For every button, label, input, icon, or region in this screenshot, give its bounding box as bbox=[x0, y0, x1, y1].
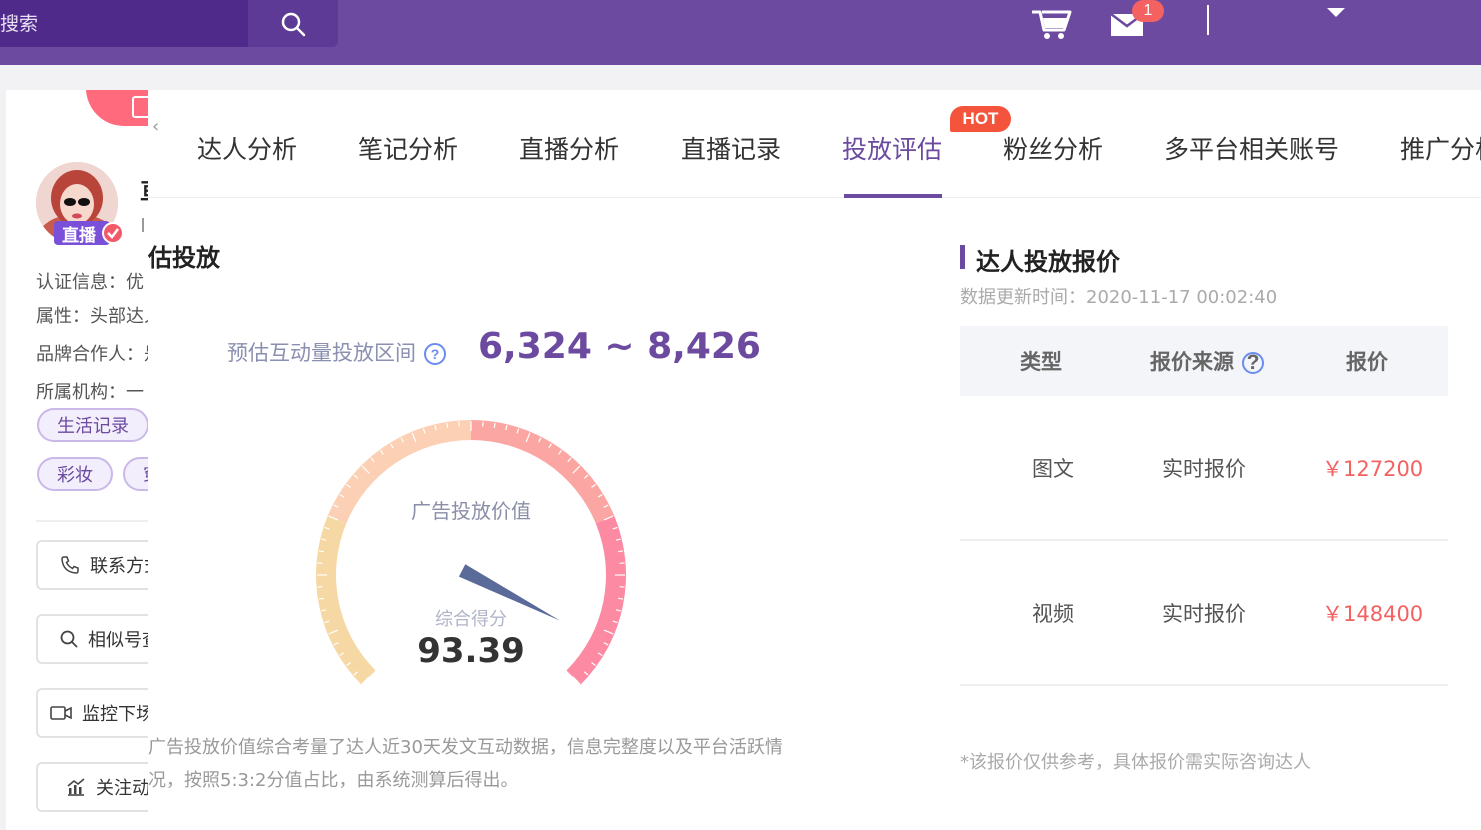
profile-card: 直播 亘 认证信息：优 属性：头部达人 品牌合作人：是 所属机构：一 生活记录 … bbox=[6, 90, 148, 830]
gauge-title: 广告投放价值 bbox=[411, 499, 531, 523]
row-type: 视频 bbox=[1032, 601, 1074, 626]
phone-icon bbox=[61, 556, 79, 574]
help-icon[interactable]: ? bbox=[1242, 351, 1264, 374]
contact-button[interactable]: 联系方式 bbox=[36, 540, 148, 590]
tab-note-analysis[interactable]: 笔记分析 bbox=[358, 130, 458, 166]
header-source: 报价来源? bbox=[1150, 346, 1264, 376]
row-type: 图文 bbox=[1032, 456, 1074, 481]
pricing-note: *该报价仅供参考，具体报价需实际咨询达人 bbox=[960, 752, 1311, 773]
follow-trend-button[interactable]: 关注动态 bbox=[36, 762, 148, 812]
pricing-table: 类型 报价来源? 报价 图文 实时报价 ￥127200 视频 实时报价 ￥148… bbox=[960, 326, 1448, 686]
info-certification: 认证信息：优 bbox=[36, 272, 144, 293]
gauge-tick bbox=[318, 597, 324, 600]
gauge-tick bbox=[618, 597, 624, 600]
row-price: ￥148400 bbox=[1322, 601, 1424, 626]
gauge-tick bbox=[493, 422, 496, 428]
search-icon bbox=[60, 630, 78, 648]
tag-outfit[interactable]: 穿 bbox=[123, 457, 148, 491]
help-icon[interactable]: ? bbox=[424, 343, 446, 365]
monitor-button[interactable]: 监控下场 bbox=[36, 688, 148, 738]
tag-life-record[interactable]: 生活记录 bbox=[37, 408, 148, 442]
table-row: 图文 实时报价 ￥127200 bbox=[960, 396, 1448, 541]
gauge-score: 93.39 bbox=[417, 631, 525, 671]
tab-creator-analysis[interactable]: 达人分析 bbox=[197, 130, 297, 166]
evaluation-description-line2: 况，按照5:3:2分值占比，由系统测算后得出。 bbox=[148, 770, 519, 791]
similar-accounts-button[interactable]: 相似号查找 bbox=[36, 614, 148, 664]
gauge-subtitle: 综合得分 bbox=[435, 609, 507, 630]
active-tab-indicator bbox=[844, 194, 942, 198]
table-row: 视频 实时报价 ￥148400 bbox=[960, 541, 1448, 686]
evaluation-section-title: 估投放 bbox=[148, 244, 220, 272]
tab-promotion-analysis[interactable]: 推广分析 bbox=[1400, 130, 1481, 166]
profile-name: 亘 bbox=[140, 174, 148, 206]
interaction-range-label: 预估互动量投放区间? bbox=[227, 337, 446, 367]
row-source: 实时报价 bbox=[1162, 456, 1246, 481]
tab-placement-evaluation[interactable]: 投放评估 bbox=[842, 130, 942, 166]
chevron-down-icon[interactable] bbox=[1327, 8, 1345, 17]
pricing-title: 达人投放报价 bbox=[960, 242, 1120, 277]
mail-count-badge: 1 bbox=[1132, 0, 1164, 22]
header-price: 报价 bbox=[1346, 350, 1388, 374]
search-icon bbox=[281, 12, 306, 36]
interaction-range-text: 预估互动量投放区间 bbox=[227, 341, 416, 365]
tag-makeup[interactable]: 彩妆 bbox=[37, 457, 113, 491]
header-type: 类型 bbox=[1020, 350, 1062, 374]
main-panel: ‹ 达人分析 笔记分析 直播分析 直播记录 投放评估 粉丝分析 多平台相关账号 … bbox=[148, 90, 1481, 830]
profile-divider bbox=[36, 520, 148, 522]
pricing-table-header: 类型 报价来源? 报价 bbox=[960, 326, 1448, 396]
chevron-left-icon[interactable]: ‹ bbox=[152, 116, 159, 137]
info-attribute: 属性：头部达人 bbox=[36, 306, 148, 327]
search-input[interactable] bbox=[0, 0, 248, 47]
row-source: 实时报价 bbox=[1162, 601, 1246, 626]
gauge-segment bbox=[316, 515, 376, 685]
similar-accounts-label: 相似号查找 bbox=[88, 630, 148, 651]
tab-fan-analysis[interactable]: 粉丝分析 bbox=[1003, 130, 1103, 166]
gauge-tick bbox=[446, 422, 449, 428]
cart-icon[interactable] bbox=[1030, 6, 1072, 40]
follow-trend-label: 关注动态 bbox=[96, 778, 148, 799]
video-camera-icon bbox=[50, 706, 72, 720]
search-box bbox=[0, 0, 338, 47]
verified-icon bbox=[102, 222, 124, 244]
monitor-label: 监控下场 bbox=[82, 704, 148, 725]
header-source-text: 报价来源 bbox=[1150, 350, 1234, 374]
name-divider bbox=[142, 218, 144, 232]
search-button[interactable] bbox=[248, 0, 338, 47]
pricing-update-time: 数据更新时间：2020-11-17 00:02:40 bbox=[960, 287, 1278, 308]
ad-value-gauge: 广告投放价值 综合得分 93.39 bbox=[316, 420, 626, 685]
contact-label: 联系方式 bbox=[90, 556, 148, 577]
trend-chart-icon bbox=[67, 778, 85, 796]
top-bar: 1 bbox=[0, 0, 1481, 65]
tab-live-analysis[interactable]: 直播分析 bbox=[519, 130, 619, 166]
tab-bar: ‹ 达人分析 笔记分析 直播分析 直播记录 投放评估 粉丝分析 多平台相关账号 … bbox=[148, 90, 1481, 198]
info-brand-partner: 品牌合作人：是 bbox=[36, 344, 148, 365]
bookmark-icon bbox=[132, 96, 148, 118]
row-price: ￥127200 bbox=[1322, 456, 1424, 481]
tab-live-records[interactable]: 直播记录 bbox=[681, 130, 781, 166]
gauge-tick bbox=[318, 550, 324, 553]
topbar-divider bbox=[1207, 5, 1209, 35]
evaluation-description-line1: 广告投放价值综合考量了达人近30天发文互动数据，信息完整度以及平台活跃情 bbox=[148, 737, 783, 758]
gauge-segment bbox=[566, 515, 626, 685]
gauge-tick bbox=[618, 550, 624, 553]
tab-multi-platform-accounts[interactable]: 多平台相关账号 bbox=[1164, 130, 1339, 166]
info-agency: 所属机构：一 bbox=[36, 382, 144, 403]
interaction-range-value: 6,324 ~ 8,426 bbox=[478, 326, 761, 367]
hot-badge: HOT bbox=[950, 106, 1011, 132]
